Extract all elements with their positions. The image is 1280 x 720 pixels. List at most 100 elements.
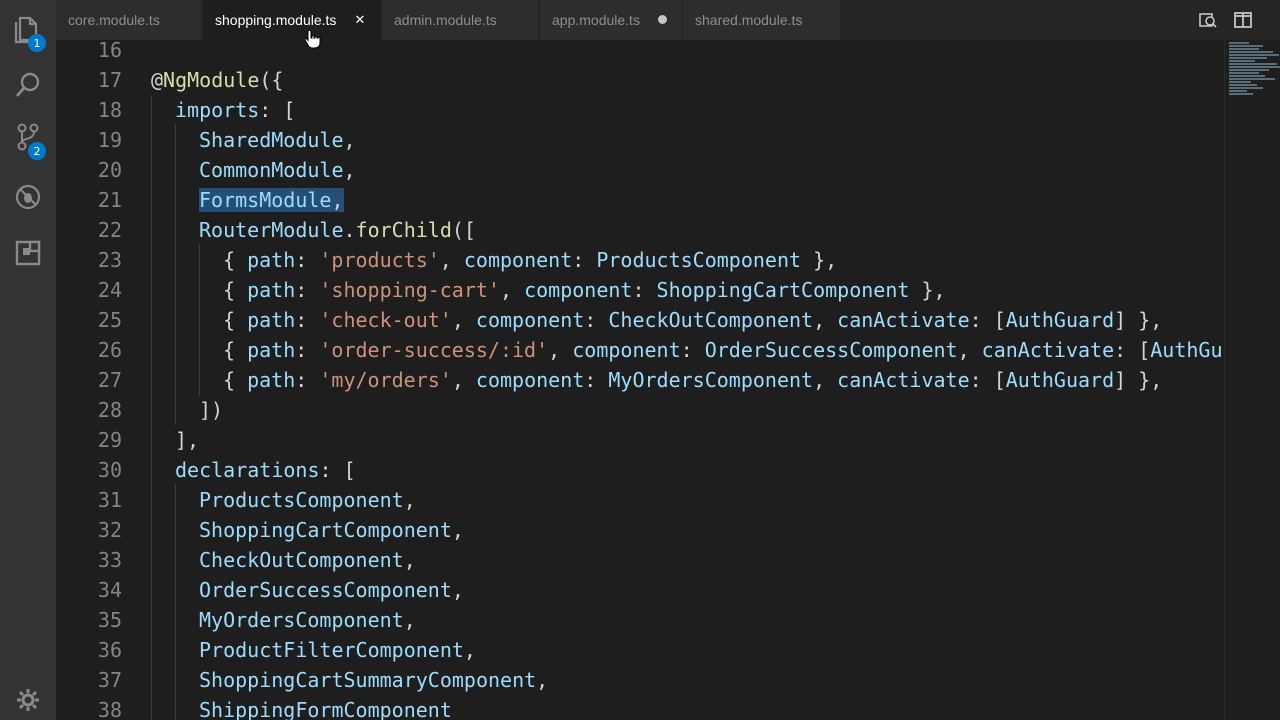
line-number: 29 — [97, 428, 122, 452]
line-number: 27 — [97, 368, 122, 392]
tab-app-module[interactable]: app.module.ts — [540, 0, 682, 40]
code-token: : — [584, 308, 609, 332]
code-line[interactable]: 18 imports: [ — [56, 95, 1224, 125]
indent-guide — [175, 545, 176, 575]
tab-label: core.module.ts — [68, 12, 160, 28]
code-line[interactable]: 24 { path: 'shopping-cart', component: Sh… — [56, 275, 1224, 305]
code-line[interactable]: 29], — [56, 425, 1224, 455]
split-editor-icon — [1234, 12, 1252, 28]
code-line[interactable]: 26 { path: 'order-success/:id', component… — [56, 335, 1224, 365]
open-changes-button[interactable] — [1196, 8, 1220, 32]
line-number: 21 — [97, 188, 122, 212]
line-number: 33 — [97, 548, 122, 572]
code-token: path — [247, 368, 296, 392]
minimap-line — [1229, 72, 1259, 74]
indent-guide — [151, 695, 152, 720]
debug-icon — [15, 184, 41, 210]
code-line[interactable]: 28]) — [56, 395, 1224, 425]
indent-guide — [151, 335, 152, 365]
code-token: 'check-out' — [319, 308, 452, 332]
tab-label: shared.module.ts — [695, 12, 803, 28]
code-token: : — [295, 368, 320, 392]
selected-token: , — [331, 188, 344, 212]
code-line[interactable]: 35 MyOrdersComponent, — [56, 605, 1224, 635]
code-line[interactable]: 27 { path: 'my/orders', component: MyOrde… — [56, 365, 1224, 395]
indent-guide — [151, 125, 152, 155]
line-code: ProductFilterComponent, — [199, 635, 476, 665]
code-line[interactable]: 37 ShoppingCartSummaryComponent, — [56, 665, 1224, 695]
code-token: imports — [175, 98, 260, 122]
minimap-line — [1229, 60, 1255, 62]
line-code: { path: 'order-success/:id', component: … — [223, 335, 1223, 365]
line-number: 30 — [97, 458, 122, 482]
code-token: ProductsComponent — [199, 488, 404, 512]
code-line[interactable]: 38 ShippingFormComponent — [56, 695, 1224, 720]
code-token: component — [475, 308, 585, 332]
code-token: ProductsComponent — [596, 248, 802, 272]
code-token: OrderSuccessComponent — [199, 578, 452, 602]
indent-guide — [199, 275, 200, 305]
code-token: component — [572, 338, 681, 362]
code-token: , — [957, 338, 982, 362]
line-code: ShoppingCartSummaryComponent, — [199, 665, 548, 695]
line-number: 18 — [97, 98, 122, 122]
code-token: ShoppingCartComponent — [199, 518, 452, 542]
line-code: ]) — [199, 395, 223, 425]
minimap[interactable] — [1224, 40, 1280, 720]
indent-guide — [151, 665, 152, 695]
code-line[interactable]: 34 OrderSuccessComponent, — [56, 575, 1224, 605]
tab-admin-module[interactable]: admin.module.ts — [382, 0, 539, 40]
code-line[interactable]: 31 ProductsComponent, — [56, 485, 1224, 515]
tab-shared-module[interactable]: shared.module.ts — [683, 0, 841, 40]
line-number: 24 — [97, 278, 122, 302]
code-token: SharedModule — [199, 128, 344, 152]
activity-explorer[interactable]: 1 — [0, 4, 56, 54]
close-icon[interactable]: ✕ — [352, 12, 368, 28]
activity-bar: 1 2 — [0, 0, 56, 720]
code-token: : — [295, 338, 320, 362]
code-token: ] }, — [1114, 368, 1163, 392]
code-line[interactable]: 25 { path: 'check-out', component: CheckO… — [56, 305, 1224, 335]
activity-extensions[interactable] — [0, 228, 56, 278]
code-line[interactable]: 17 @NgModule({ — [56, 65, 1224, 95]
tab-shopping-module[interactable]: shopping.module.ts ✕ — [203, 0, 381, 40]
code-line[interactable]: 30 declarations: [ — [56, 455, 1224, 485]
indent-guide — [175, 575, 176, 605]
code-line[interactable]: 20 CommonModule, — [56, 155, 1224, 185]
code-line[interactable]: 22 RouterModule.forChild([ — [56, 215, 1224, 245]
line-code: ProductsComponent, — [199, 485, 416, 515]
code-token: 'my/orders' — [319, 368, 452, 392]
indent-guide — [151, 605, 152, 635]
indent-guide — [199, 335, 200, 365]
source-control-badge: 2 — [28, 142, 46, 160]
activity-source-control[interactable]: 2 — [0, 112, 56, 162]
indent-guide — [175, 185, 176, 215]
split-editor-button[interactable] — [1231, 8, 1255, 32]
code-token: : [ — [259, 98, 296, 122]
indent-guide — [151, 485, 152, 515]
code-line[interactable]: 32 ShoppingCartComponent, — [56, 515, 1224, 545]
line-code: { path: 'check-out', component: CheckOut… — [223, 305, 1162, 335]
code-token: path — [247, 338, 296, 362]
code-editor[interactable]: 16 17 @NgModule({18 imports: [19 SharedModul… — [56, 40, 1224, 720]
code-line[interactable]: 36 ProductFilterComponent, — [56, 635, 1224, 665]
tab-core-module[interactable]: core.module.ts — [56, 0, 202, 40]
code-token: { — [223, 338, 248, 362]
code-token: , — [451, 578, 464, 602]
code-line[interactable]: 16 — [56, 40, 1224, 65]
activity-settings[interactable] — [0, 680, 56, 720]
code-token: , — [451, 368, 476, 392]
indent-guide — [199, 245, 200, 275]
line-code: ShoppingCartComponent, — [199, 515, 464, 545]
indent-guide — [151, 515, 152, 545]
code-token: path — [247, 308, 296, 332]
code-token: ProductFilterComponent — [199, 638, 464, 662]
code-token: : [ — [319, 458, 356, 482]
activity-search[interactable] — [0, 60, 56, 110]
activity-debug[interactable] — [0, 172, 56, 222]
code-line[interactable]: 19 SharedModule, — [56, 125, 1224, 155]
code-line[interactable]: 23 { path: 'products', component: Product… — [56, 245, 1224, 275]
code-line[interactable]: 33 CheckOutComponent, — [56, 545, 1224, 575]
code-line[interactable]: 21 FormsModule, — [56, 185, 1224, 215]
line-number: 22 — [97, 218, 122, 242]
